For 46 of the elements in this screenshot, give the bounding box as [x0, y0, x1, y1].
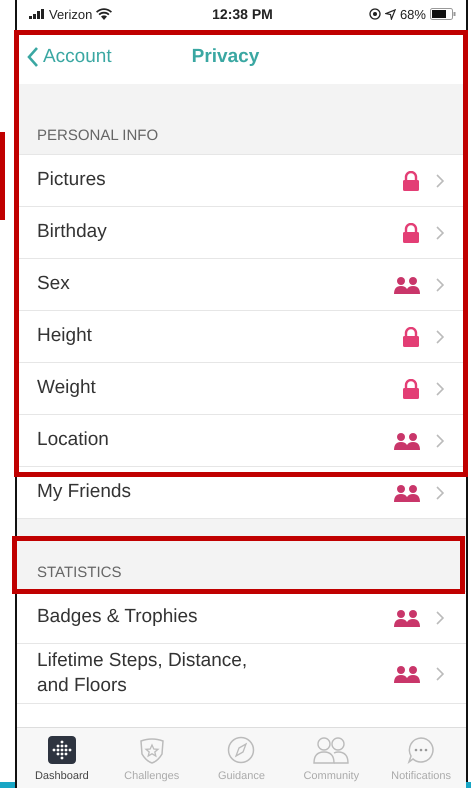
- chevron-right-icon: [436, 382, 444, 396]
- chevron-right-icon: [436, 278, 444, 292]
- tab-item[interactable]: Dashboard: [17, 728, 107, 788]
- status-time: 12:38 PM: [212, 6, 273, 22]
- people-icon: [394, 276, 420, 294]
- battery-icon: [430, 8, 456, 20]
- lock-icon: [402, 378, 420, 398]
- compass-icon: [227, 736, 256, 764]
- signal-icon: [29, 9, 45, 19]
- chat-bubble-icon: [407, 736, 436, 764]
- row-label: Lifetime Steps, Distance, and Floors: [37, 649, 248, 698]
- row-label: Pictures: [37, 168, 106, 192]
- row-label: Sex: [37, 272, 70, 296]
- carrier-name: Verizon: [49, 6, 92, 22]
- star-shield-icon: [138, 736, 166, 764]
- chevron-right-icon: [436, 174, 444, 188]
- lock-icon: [402, 170, 420, 190]
- people-icon: [394, 608, 420, 626]
- people-icon: [394, 664, 420, 683]
- dots-grid-icon: [48, 736, 76, 764]
- lock-icon: [402, 222, 420, 242]
- edge-strip: [466, 782, 471, 788]
- lock-icon: [402, 326, 420, 346]
- people-icon: [394, 432, 420, 450]
- chevron-left-icon: [27, 47, 39, 67]
- battery-percent: 68%: [400, 6, 426, 22]
- chevron-right-icon: [436, 666, 444, 681]
- people-icon: [394, 484, 420, 502]
- edge-strip: [0, 782, 15, 788]
- row-label: Badges & Trophies: [37, 605, 198, 630]
- chevron-right-icon: [436, 610, 444, 624]
- wifi-icon: [96, 8, 112, 20]
- section-header: PERSONAL INFO: [17, 110, 466, 155]
- row-label: Birthday: [37, 220, 107, 244]
- row-label: Height: [37, 324, 92, 348]
- chevron-right-icon: [436, 434, 444, 448]
- chevron-right-icon: [436, 226, 444, 240]
- row-label: Location: [37, 428, 109, 452]
- location-arrow-icon: [384, 8, 396, 20]
- chevron-right-icon: [436, 330, 444, 344]
- row-label: My Friends: [37, 480, 131, 504]
- people-outline-icon: [313, 736, 350, 764]
- row-label: Weight: [37, 376, 96, 400]
- screen-title: Privacy: [192, 46, 260, 68]
- section-header: STATISTICS: [17, 547, 466, 592]
- chevron-right-icon: [436, 486, 444, 500]
